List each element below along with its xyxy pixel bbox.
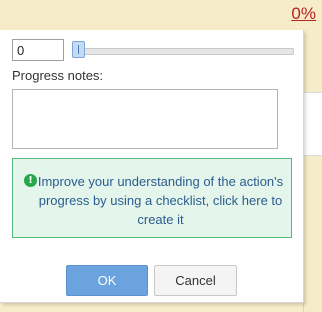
ok-button[interactable]: OK	[66, 265, 148, 296]
progress-notes-field[interactable]	[12, 89, 278, 149]
progress-slider-track[interactable]	[75, 48, 294, 55]
create-checklist-message[interactable]: Improve your understanding of the action…	[33, 172, 288, 229]
create-checklist-banner[interactable]: ! Improve your understanding of the acti…	[12, 158, 292, 238]
background-textarea-edge	[304, 92, 322, 156]
progress-popup: Progress notes: ! Improve your understan…	[0, 30, 304, 303]
cancel-button[interactable]: Cancel	[154, 265, 237, 296]
progress-notes-label: Progress notes:	[12, 68, 104, 83]
background-card-edge	[303, 30, 322, 312]
progress-value-input[interactable]	[12, 39, 64, 61]
progress-slider-handle[interactable]	[72, 41, 85, 58]
progress-percent-link[interactable]: 0%	[291, 4, 316, 24]
